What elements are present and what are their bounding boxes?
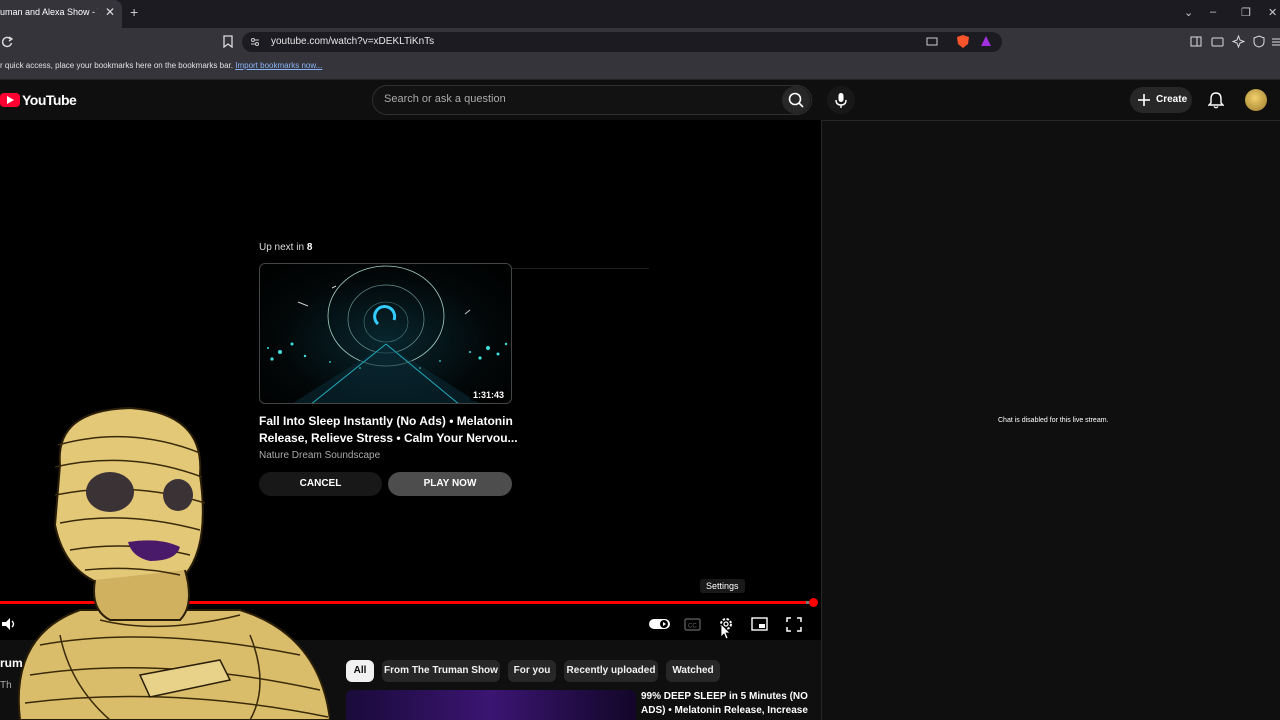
search-icon (788, 92, 804, 108)
plus-icon (1138, 94, 1150, 106)
avatar[interactable] (1245, 89, 1267, 111)
settings-tooltip: Settings (700, 579, 745, 593)
youtube-logo-icon[interactable] (0, 93, 20, 107)
microphone-icon (835, 93, 847, 108)
mouse-cursor-icon (720, 624, 731, 640)
captions-icon[interactable]: CC (684, 616, 702, 632)
voice-search-button[interactable] (827, 86, 855, 114)
fullscreen-icon[interactable] (785, 616, 803, 632)
tab-list-icon[interactable]: ⌄ (1184, 6, 1193, 19)
site-info-icon[interactable] (250, 37, 260, 47)
chip-for-you[interactable]: For you (508, 660, 556, 682)
miniplayer-icon[interactable] (751, 616, 769, 632)
up-next-thumbnail[interactable] (259, 263, 512, 404)
menu-icon[interactable] (1272, 37, 1280, 47)
close-tab-icon[interactable]: ✕ (105, 5, 115, 19)
autoplay-toggle[interactable] (648, 616, 672, 632)
recommendation-thumbnail[interactable] (346, 690, 636, 720)
chip-recently-uploaded[interactable]: Recently uploaded (564, 660, 658, 682)
brave-shield-icon[interactable] (956, 34, 970, 49)
leo-ai-icon[interactable] (1232, 35, 1245, 48)
up-next-text: Up next in (259, 242, 305, 253)
svg-text:CC: CC (688, 624, 697, 630)
new-tab-icon[interactable]: + (130, 4, 138, 20)
create-label: Create (1156, 94, 1188, 105)
video-duration: 1:31:43 (470, 389, 508, 401)
notifications-bell-icon[interactable] (1208, 91, 1224, 109)
chip-watched[interactable]: Watched (666, 660, 720, 682)
chip-from-channel[interactable]: From The Truman Show (382, 660, 500, 682)
search-placeholder: Search or ask a question (384, 93, 506, 105)
search-button[interactable] (782, 86, 810, 114)
close-window-icon[interactable]: ✕ (1268, 6, 1277, 19)
tab-title: uman and Alexa Show - Y (0, 7, 98, 17)
url-text[interactable]: youtube.com/watch?v=xDEKLTiKnTs (271, 36, 434, 47)
brave-rewards-icon[interactable] (980, 35, 992, 47)
chat-disabled-message: Chat is disabled for this live stream. (998, 417, 1109, 424)
bookmarks-bar-text: r quick access, place your bookmarks her… (0, 61, 322, 70)
cast-icon[interactable] (926, 37, 938, 47)
chip-all[interactable]: All (346, 660, 374, 682)
reload-icon[interactable] (1, 36, 13, 48)
youtube-logo[interactable]: YouTube (22, 92, 77, 108)
up-next-countdown: 8 (306, 242, 313, 253)
bookmark-icon[interactable] (223, 35, 233, 48)
sidebar-toggle-icon[interactable] (1190, 36, 1202, 47)
restore-icon[interactable]: ❐ (1241, 6, 1251, 19)
play-now-button[interactable]: PLAY NOW (388, 472, 512, 496)
import-bookmarks-link[interactable]: Import bookmarks now... (235, 61, 322, 70)
vpn-shield-icon[interactable] (1253, 35, 1265, 48)
bookmarks-hint: r quick access, place your bookmarks her… (0, 61, 233, 70)
browser-tab-bar (0, 0, 1280, 28)
sleep-tunnel-artwork (267, 265, 508, 403)
up-next-label: Up next in 8 (259, 242, 312, 253)
wallet-icon[interactable] (1211, 36, 1224, 47)
browser-tab[interactable]: uman and Alexa Show - Y ✕ (0, 0, 122, 28)
minimize-icon[interactable]: – (1210, 6, 1216, 18)
recommendation-title[interactable]: 99% DEEP SLEEP in 5 Minutes (NO ADS) • M… (641, 690, 811, 718)
scrubber-handle[interactable] (809, 598, 818, 607)
mummy-avatar-overlay (17, 406, 330, 720)
